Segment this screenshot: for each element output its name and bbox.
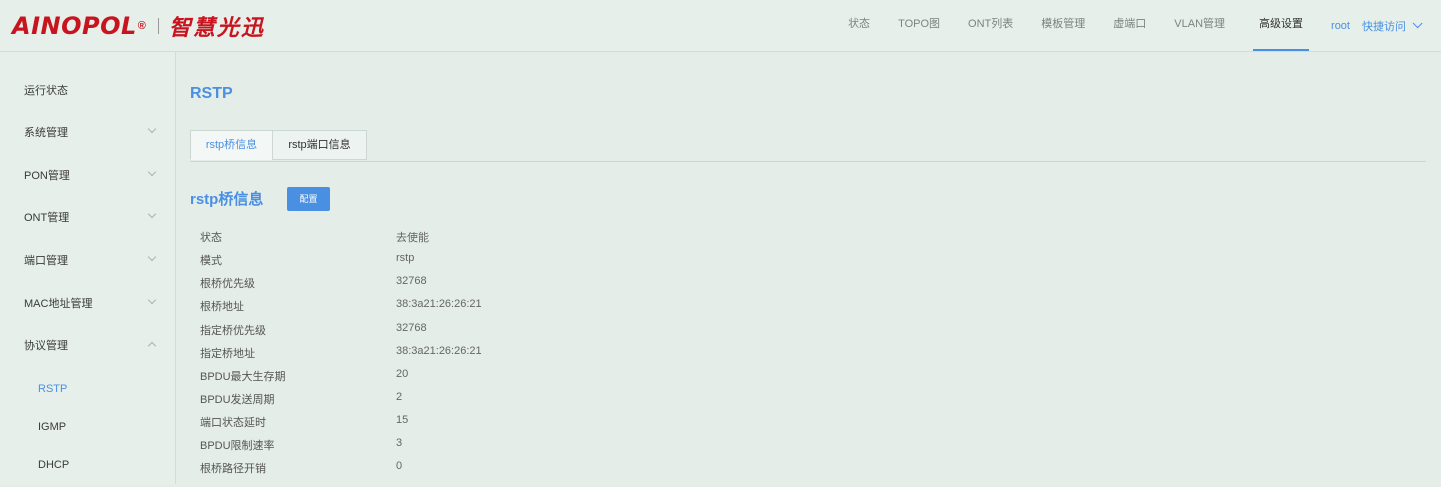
nav-vlan-management[interactable]: VLAN管理	[1174, 0, 1225, 51]
info-value: 32768	[396, 322, 427, 334]
sidebar-item-mac-management[interactable]: MAC地址管理	[0, 281, 175, 323]
sidebar: 运行状态 系统管理 PON管理 ONT管理 端口管理 MAC地址管理 协议管理 …	[0, 52, 176, 484]
tab-rstp-bridge-info[interactable]: rstp桥信息	[190, 130, 273, 160]
sidebar-item-label: 运行状态	[24, 85, 68, 97]
sidebar-item-label: ONT管理	[24, 212, 70, 224]
nav-ont-list[interactable]: ONT列表	[968, 0, 1013, 51]
chevron-down-icon	[147, 124, 157, 134]
info-value: 3	[396, 437, 403, 449]
top-navigation: 状态 TOPO图 ONT列表 模板管理 虚端口 VLAN管理 高级设置 root…	[820, 0, 1423, 51]
info-value: rstp	[396, 252, 415, 264]
nav-topo[interactable]: TOPO图	[898, 0, 940, 51]
sidebar-item-protocol-management[interactable]: 协议管理	[0, 323, 175, 365]
section-title: rstp桥信息	[190, 191, 264, 208]
info-value: 15	[396, 414, 409, 426]
sidebar-item-label: 系统管理	[24, 127, 68, 139]
quick-access-label: 快捷访问	[1362, 20, 1406, 33]
info-key: 状态	[200, 232, 222, 244]
user-name-link[interactable]: root	[1331, 20, 1350, 32]
logo-registered-mark: ®	[137, 20, 146, 32]
chevron-down-icon	[147, 167, 157, 177]
info-value: 38:3a21:26:26:21	[396, 298, 482, 310]
quick-access-menu[interactable]: 快捷访问	[1362, 18, 1423, 34]
info-key: 端口状态延时	[200, 417, 266, 429]
info-value: 2	[396, 391, 403, 403]
brand-logo[interactable]: AINOPOL ® 智慧光迅	[12, 11, 265, 41]
info-key: BPDU发送周期	[200, 394, 275, 406]
info-value: 去使能	[396, 232, 429, 244]
main-content: RSTP rstp桥信息 rstp端口信息 rstp桥信息 配置 状态 去使能 …	[190, 52, 1426, 484]
sidebar-item-label: 协议管理	[24, 340, 68, 352]
sidebar-subitem-rstp[interactable]: RSTP	[0, 369, 175, 411]
sidebar-subitem-dhcp[interactable]: DHCP	[0, 445, 175, 487]
info-row: 端口状态延时 15	[200, 414, 800, 436]
info-row: 指定桥地址 38:3a21:26:26:21	[200, 345, 800, 367]
sidebar-subitem-label: RSTP	[38, 383, 68, 395]
chevron-down-icon	[147, 209, 157, 219]
logo-brand-text: AINOPOL	[12, 12, 137, 40]
info-key: 根桥优先级	[200, 278, 255, 290]
sidebar-subitem-igmp[interactable]: IGMP	[0, 407, 175, 449]
config-button[interactable]: 配置	[287, 187, 330, 211]
sidebar-item-pon-management[interactable]: PON管理	[0, 153, 175, 195]
info-value: 38:3a21:26:26:21	[396, 345, 482, 357]
sidebar-item-system-management[interactable]: 系统管理	[0, 110, 175, 152]
info-value: 20	[396, 368, 409, 380]
info-value: 0	[396, 460, 403, 472]
info-row: 根桥地址 38:3a21:26:26:21	[200, 298, 800, 320]
chevron-down-icon	[147, 295, 157, 305]
info-key: 指定桥优先级	[200, 325, 266, 337]
info-row: 状态 去使能	[200, 229, 800, 251]
info-key: 根桥地址	[200, 301, 244, 313]
info-row: BPDU限制速率 3	[200, 437, 800, 459]
info-key: 指定桥地址	[200, 348, 255, 360]
sidebar-item-run-status[interactable]: 运行状态	[0, 68, 175, 110]
info-row: 指定桥优先级 32768	[200, 322, 800, 344]
nav-status[interactable]: 状态	[848, 0, 870, 51]
info-row: 根桥路径开销 0	[200, 460, 800, 482]
nav-template-management[interactable]: 模板管理	[1041, 0, 1085, 51]
sidebar-item-label: MAC地址管理	[24, 298, 93, 310]
logo-chinese-text: 智慧光迅	[168, 15, 265, 41]
info-value: 32768	[396, 275, 427, 287]
nav-virtual-port[interactable]: 虚端口	[1113, 0, 1146, 51]
page-title: RSTP	[190, 85, 233, 102]
info-key: BPDU最大生存期	[200, 371, 286, 383]
info-row: 根桥优先级 32768	[200, 275, 800, 297]
top-header: AINOPOL ® 智慧光迅 状态 TOPO图 ONT列表 模板管理 虚端口 V…	[0, 0, 1441, 52]
nav-advanced-settings[interactable]: 高级设置	[1253, 0, 1310, 51]
sidebar-subitem-label: IGMP	[38, 421, 67, 433]
sidebar-item-ont-management[interactable]: ONT管理	[0, 195, 175, 237]
info-row: BPDU最大生存期 20	[200, 368, 800, 390]
info-key: 模式	[200, 255, 222, 267]
chevron-down-icon	[1412, 18, 1423, 29]
tab-rstp-port-info[interactable]: rstp端口信息	[272, 130, 367, 160]
sidebar-item-label: PON管理	[24, 170, 70, 182]
tab-bar: rstp桥信息 rstp端口信息	[190, 130, 1426, 162]
sidebar-item-port-management[interactable]: 端口管理	[0, 238, 175, 280]
info-key: 根桥路径开销	[200, 463, 266, 475]
info-key: BPDU限制速率	[200, 440, 275, 452]
chevron-down-icon	[147, 252, 157, 262]
sidebar-subitem-label: DHCP	[38, 459, 70, 471]
chevron-up-icon	[147, 341, 157, 351]
info-row: BPDU发送周期 2	[200, 391, 800, 413]
logo-divider	[157, 18, 159, 34]
info-row: 模式 rstp	[200, 252, 800, 274]
sidebar-item-label: 端口管理	[24, 255, 68, 267]
